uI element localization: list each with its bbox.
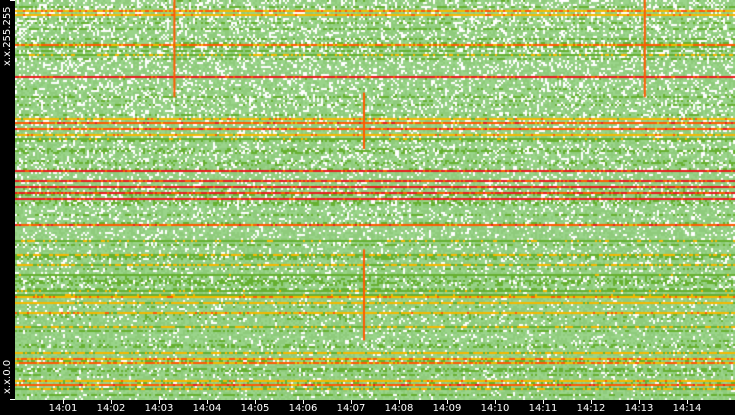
x-tick-label: 14:10 bbox=[480, 403, 510, 414]
y-label-top-text: x.x.255.255 bbox=[2, 6, 13, 66]
x-tick-label: 14:06 bbox=[288, 403, 318, 414]
x-tick-label: 14:07 bbox=[336, 403, 366, 414]
heatmap-chart: x.x.255.255 x.x.0.0 14:01 14:02 14:03 14:04… bbox=[0, 0, 735, 415]
x-tick-label: 14:08 bbox=[384, 403, 414, 414]
x-tick-label: 14:05 bbox=[240, 403, 270, 414]
x-tick-label: 14:02 bbox=[96, 403, 126, 414]
x-tick-label: 14:11 bbox=[528, 403, 558, 414]
y-label-bottom-text: x.x.0.0 bbox=[2, 359, 13, 394]
heatmap-plot-area bbox=[15, 0, 735, 400]
x-tick-label: 14:09 bbox=[432, 403, 462, 414]
x-tick-label: 14:13 bbox=[624, 403, 654, 414]
x-tick-label: 14:12 bbox=[576, 403, 606, 414]
y-label-bottom: x.x.0.0 bbox=[0, 340, 15, 400]
x-tick-label: 14:04 bbox=[192, 403, 222, 414]
x-tick-label: 14:14 bbox=[672, 403, 702, 414]
y-label-top: x.x.255.255 bbox=[0, 0, 15, 70]
x-tick-label: 14:03 bbox=[144, 403, 174, 414]
y-axis: x.x.255.255 x.x.0.0 bbox=[0, 0, 15, 400]
x-axis: 14:01 14:02 14:03 14:04 14:05 14:06 14:07 14:08… bbox=[0, 400, 735, 415]
x-tick-label: 14:01 bbox=[48, 403, 78, 414]
